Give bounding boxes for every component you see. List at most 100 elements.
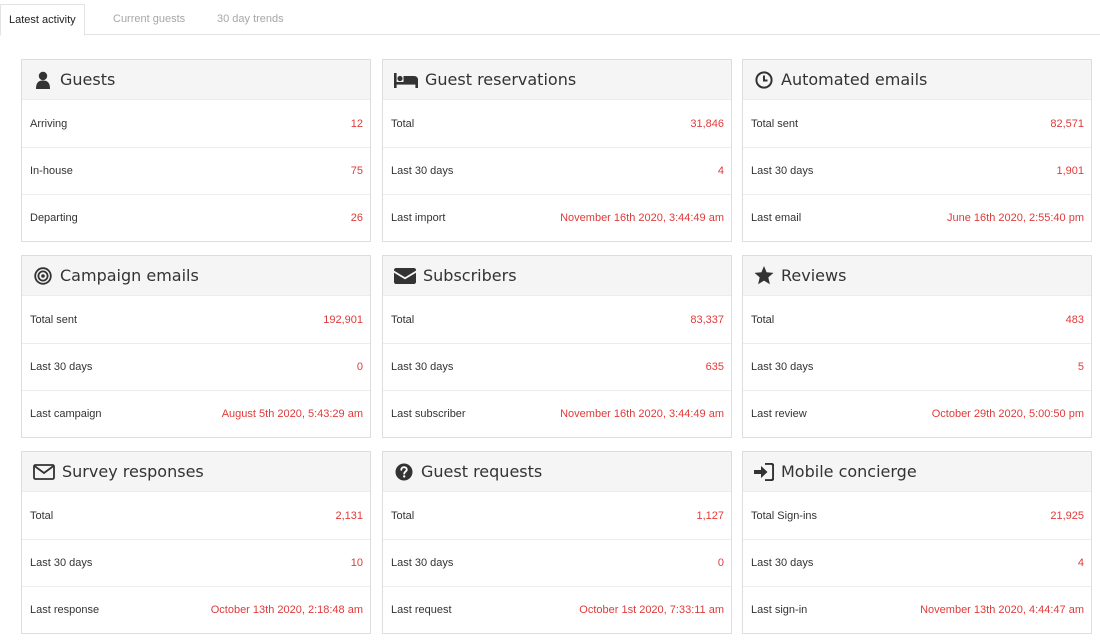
list-item: Last sign-in November 13th 2020, 4:44:47 … [743, 586, 1091, 633]
sign-in-icon [754, 462, 774, 482]
row-label: Last subscriber [391, 408, 466, 420]
panel-reviews: Reviews Total 483 Last 30 days 5 Last revi… [742, 255, 1092, 438]
list-item: Total 483 [743, 296, 1091, 343]
tab-current-guests[interactable]: Current guests [105, 4, 193, 35]
panel-header: Campaign emails [22, 256, 370, 296]
tab-30-day-trends[interactable]: 30 day trends [209, 4, 292, 35]
panel-header: Mobile concierge [743, 452, 1091, 492]
panel-title: Survey responses [62, 462, 204, 481]
tab-bar: Latest activity Current guests 30 day tr… [0, 0, 1100, 36]
row-label: Total sent [30, 313, 78, 326]
panel-header: Automated emails [743, 60, 1091, 100]
star-icon [754, 266, 774, 286]
row-value: 1,127 [696, 509, 724, 522]
list-item: Arriving 12 [22, 100, 370, 147]
row-value: 2,131 [335, 509, 363, 522]
list-item: Last 30 days 4 [383, 147, 731, 194]
envelope-solid-icon [394, 266, 416, 286]
row-label: Arriving [30, 117, 68, 130]
row-label: Last campaign [30, 408, 102, 420]
panel-title: Automated emails [781, 70, 928, 89]
row-value: 192,901 [323, 313, 363, 326]
row-value: 0 [356, 361, 363, 373]
row-label: Last response [30, 604, 100, 616]
row-value: August 5th 2020, 5:43:29 am [221, 408, 363, 420]
row-label: Last 30 days [30, 361, 93, 373]
list-item: Last request October 1st 2020, 7:33:11 am [383, 586, 731, 633]
list-item: Total sent 192,901 [22, 296, 370, 343]
row-label: Total Sign-ins [751, 509, 818, 522]
row-value: October 29th 2020, 5:00:50 pm [931, 408, 1084, 420]
panel-survey-responses: Survey responses Total 2,131 Last 30 days… [21, 451, 371, 634]
row-label: Total [391, 117, 415, 130]
row-label: In-house [30, 165, 73, 177]
panel-guest-requests: Guest requests Total 1,127 Last 30 days 0 … [382, 451, 732, 634]
row-label: Last 30 days [30, 557, 93, 569]
row-label: Last 30 days [751, 361, 814, 373]
row-label: Last email [751, 212, 802, 224]
list-item: Total 83,337 [383, 296, 731, 343]
user-icon [33, 70, 53, 90]
list-item: Total sent 82,571 [743, 100, 1091, 147]
row-label: Last import [391, 212, 446, 224]
row-label: Last request [391, 604, 452, 616]
row-value: 4 [1077, 557, 1084, 569]
panel-header: Subscribers [383, 256, 731, 296]
list-item: Last 30 days 0 [22, 343, 370, 390]
list-item: Last campaign August 5th 2020, 5:43:29 am [22, 390, 370, 437]
panel-title: Guest requests [421, 462, 543, 481]
panel-header: Guests [22, 60, 370, 100]
list-item: Last email June 16th 2020, 2:55:40 pm [743, 194, 1091, 241]
row-label: Total [751, 313, 775, 326]
row-label: Last 30 days [391, 361, 454, 373]
list-item: Last response October 13th 2020, 2:18:48 … [22, 586, 370, 633]
list-item: Last 30 days 4 [743, 539, 1091, 586]
row-label: Last 30 days [391, 165, 454, 177]
row-label: Total [30, 509, 54, 522]
row-value: 635 [705, 361, 724, 373]
panel-title: Mobile concierge [781, 462, 917, 481]
list-item: Last 30 days 1,901 [743, 147, 1091, 194]
panel-header: Guest reservations [383, 60, 731, 100]
row-value: 82,571 [1050, 117, 1084, 130]
list-item: Total Sign-ins 21,925 [743, 492, 1091, 539]
list-item: Last review October 29th 2020, 5:00:50 pm [743, 390, 1091, 437]
list-item: Total 31,846 [383, 100, 731, 147]
row-label: Last 30 days [751, 557, 814, 569]
row-value: 483 [1065, 313, 1084, 326]
row-value: November 16th 2020, 3:44:49 am [560, 212, 724, 224]
row-value: 5 [1077, 361, 1084, 373]
list-item: Total 2,131 [22, 492, 370, 539]
row-value: 31,846 [690, 117, 724, 130]
panel-title: Campaign emails [60, 266, 199, 285]
row-value: November 16th 2020, 3:44:49 am [560, 408, 724, 420]
row-value: 75 [350, 165, 363, 177]
clock-icon [754, 70, 774, 90]
panel-header: Survey responses [22, 452, 370, 492]
list-item: In-house 75 [22, 147, 370, 194]
panel-guest-reservations: Guest reservations Total 31,846 Last 30 d… [382, 59, 732, 242]
row-label: Last 30 days [751, 165, 814, 177]
row-label: Total [391, 509, 415, 522]
row-value: 10 [350, 557, 363, 569]
row-value: 26 [350, 212, 363, 224]
panel-guests: Guests Arriving 12 In-house 75 Departing 26 [21, 59, 371, 242]
row-value: 1,901 [1056, 165, 1084, 177]
tab-latest-activity[interactable]: Latest activity [0, 4, 85, 36]
row-label: Last review [751, 408, 807, 420]
list-item: Last 30 days 5 [743, 343, 1091, 390]
list-item: Last 30 days 635 [383, 343, 731, 390]
row-label: Total sent [751, 117, 799, 130]
panel-mobile-concierge: Mobile concierge Total Sign-ins 21,925 La… [742, 451, 1092, 634]
panel-automated-emails: Automated emails Total sent 82,571 Last 3… [742, 59, 1092, 242]
row-value: October 1st 2020, 7:33:11 am [579, 604, 724, 616]
panel-subscribers: Subscribers Total 83,337 Last 30 days 635 … [382, 255, 732, 438]
panel-title: Guest reservations [425, 70, 577, 89]
row-value: June 16th 2020, 2:55:40 pm [947, 212, 1084, 224]
envelope-outline-icon [33, 462, 55, 482]
row-value: 83,337 [690, 313, 724, 326]
list-item: Last 30 days 10 [22, 539, 370, 586]
row-value: October 13th 2020, 2:18:48 am [210, 604, 363, 616]
bullseye-icon [33, 266, 53, 286]
list-item: Last 30 days 0 [383, 539, 731, 586]
